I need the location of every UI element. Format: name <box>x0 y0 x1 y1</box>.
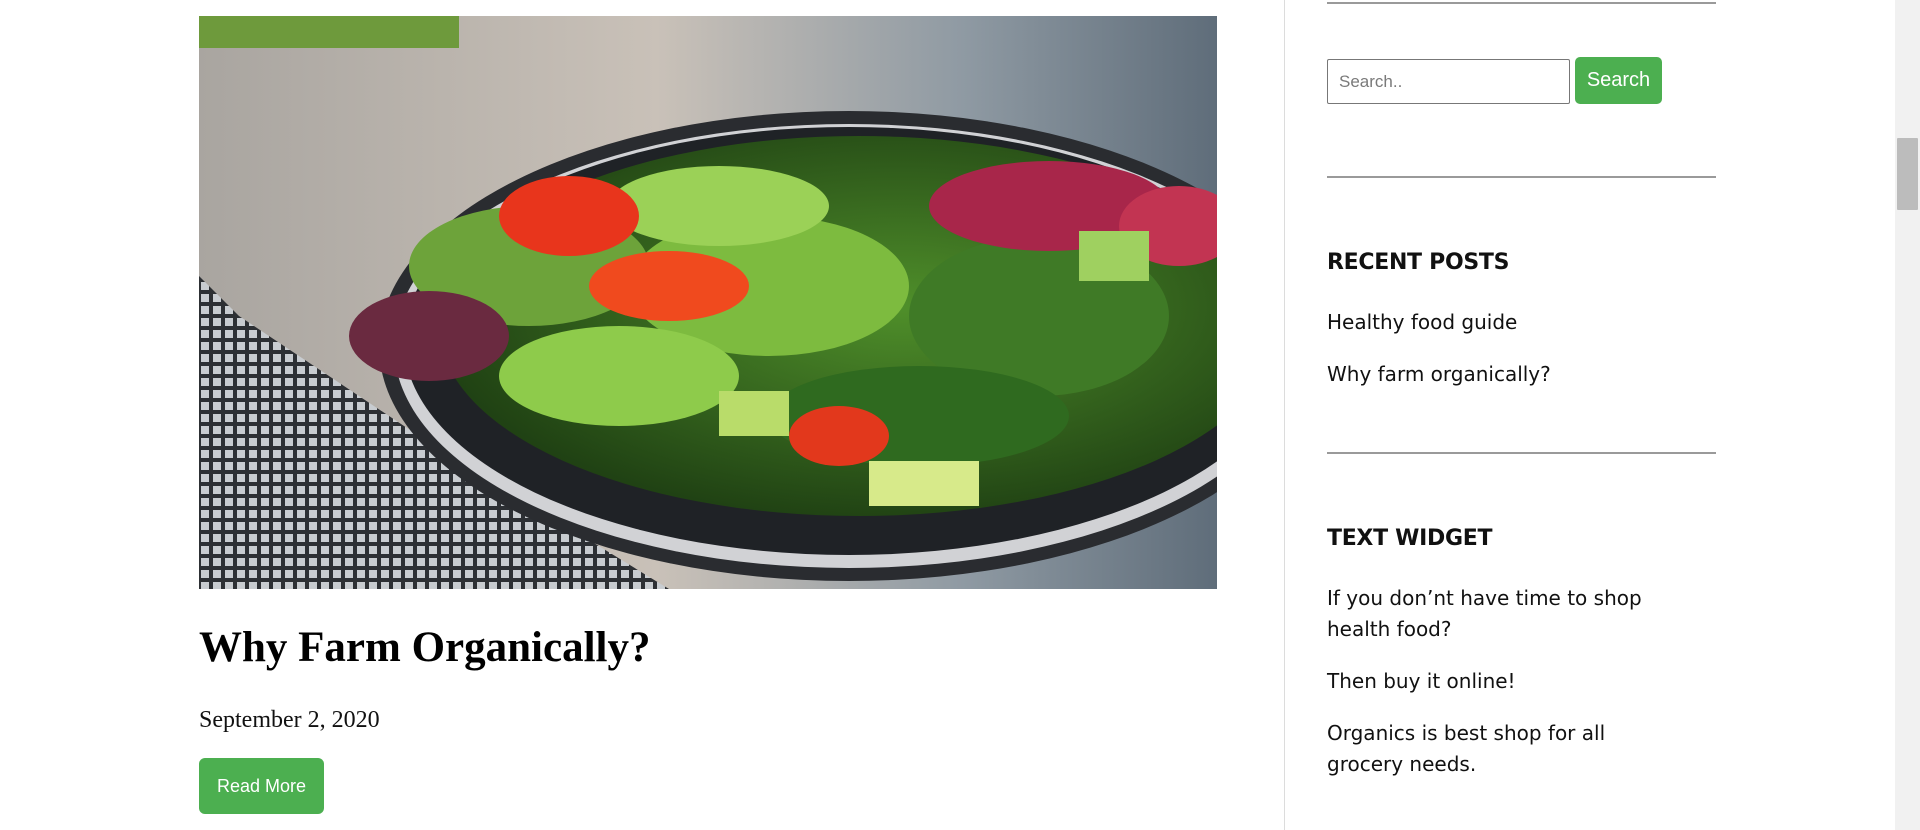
post-date: September 2, 2020 <box>199 707 380 733</box>
widget-separator <box>1327 176 1716 178</box>
text-widget-paragraph: If you don’nt have time to shop health f… <box>1327 586 1642 641</box>
recent-posts-title: RECENT POSTS <box>1327 250 1510 275</box>
post-featured-image[interactable] <box>199 16 1217 589</box>
recent-post-link[interactable]: Why farm organically? <box>1327 359 1551 389</box>
widget-separator <box>1327 452 1716 454</box>
read-more-button[interactable]: Read More <box>199 758 324 814</box>
text-widget-paragraph: Then buy it online! <box>1327 669 1516 693</box>
widget-separator <box>1327 2 1716 4</box>
post-title[interactable]: Why Farm Organically? <box>199 620 650 676</box>
salad-bowl-image <box>199 16 1217 589</box>
text-widget-paragraph: Organics is best shop for all grocery ne… <box>1327 721 1606 776</box>
search-input[interactable] <box>1327 59 1570 104</box>
scrollbar-thumb[interactable] <box>1897 138 1918 210</box>
text-widget-title: TEXT WIDGET <box>1327 526 1493 551</box>
search-button[interactable]: Search <box>1575 57 1662 104</box>
sidebar-divider <box>1284 0 1285 830</box>
scrollbar-track[interactable] <box>1895 0 1920 830</box>
recent-post-link[interactable]: Healthy food guide <box>1327 307 1517 337</box>
